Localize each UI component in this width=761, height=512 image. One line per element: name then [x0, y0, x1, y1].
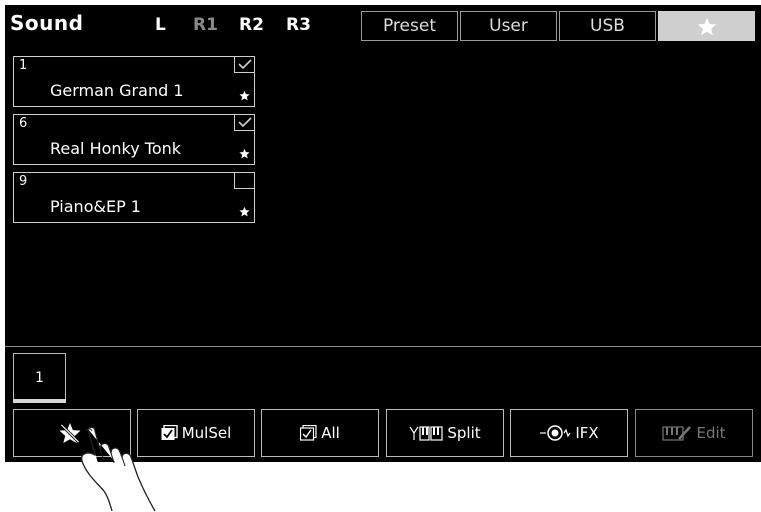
item-number: 9 [19, 174, 28, 189]
sound-screen: Sound L R1 R2 R3 Preset User USB 1 Germa… [5, 5, 761, 462]
item-name: German Grand 1 [50, 81, 184, 100]
part-r3[interactable]: R3 [286, 15, 311, 35]
tab-usb[interactable]: USB [559, 11, 656, 41]
star-icon [239, 90, 250, 101]
part-l[interactable]: L [155, 15, 166, 35]
checkmark-icon [238, 59, 252, 70]
favorite-item[interactable]: 6 Real Honky Tonk [13, 114, 255, 165]
star-icon [239, 206, 250, 217]
tab-user[interactable]: User [460, 11, 557, 41]
ifx-button[interactable]: IFX [510, 409, 628, 457]
multi-select-label: MulSel [181, 424, 232, 442]
divider [5, 346, 761, 347]
page-tab[interactable]: 1 [13, 353, 66, 401]
tab-favorites[interactable] [658, 11, 755, 41]
item-number: 1 [19, 58, 28, 73]
item-number: 6 [19, 116, 28, 131]
keyboard-split-icon [409, 426, 443, 441]
split-label: Split [447, 424, 481, 442]
part-r2[interactable]: R2 [239, 15, 264, 35]
split-button[interactable]: Split [386, 409, 504, 457]
tab-preset[interactable]: Preset [361, 11, 458, 41]
item-checkbox[interactable] [234, 173, 254, 189]
item-checkbox[interactable] [234, 115, 254, 131]
page-tab-indicator [13, 399, 66, 403]
page-title: Sound [10, 11, 84, 35]
favorite-item[interactable]: 9 Piano&EP 1 [13, 172, 255, 223]
top-bar: Sound L R1 R2 R3 Preset User USB [5, 5, 761, 43]
checkmark-icon [238, 117, 252, 128]
edit-button[interactable]: Edit [635, 409, 753, 457]
part-r1[interactable]: R1 [193, 15, 218, 35]
edit-label: Edit [696, 424, 726, 442]
star-icon [697, 17, 716, 36]
select-all-icon [300, 425, 317, 441]
pointing-hand-icon [81, 426, 156, 512]
star-icon [239, 148, 250, 159]
item-checkbox[interactable] [234, 57, 254, 73]
edit-icon [662, 426, 692, 441]
select-all-label: All [321, 424, 340, 442]
item-name: Real Honky Tonk [50, 139, 182, 158]
ifx-label: IFX [575, 424, 599, 442]
item-name: Piano&EP 1 [50, 197, 141, 216]
select-all-button[interactable]: All [261, 409, 379, 457]
effect-knob-icon [540, 425, 571, 441]
favorite-item[interactable]: 1 German Grand 1 [13, 56, 255, 107]
